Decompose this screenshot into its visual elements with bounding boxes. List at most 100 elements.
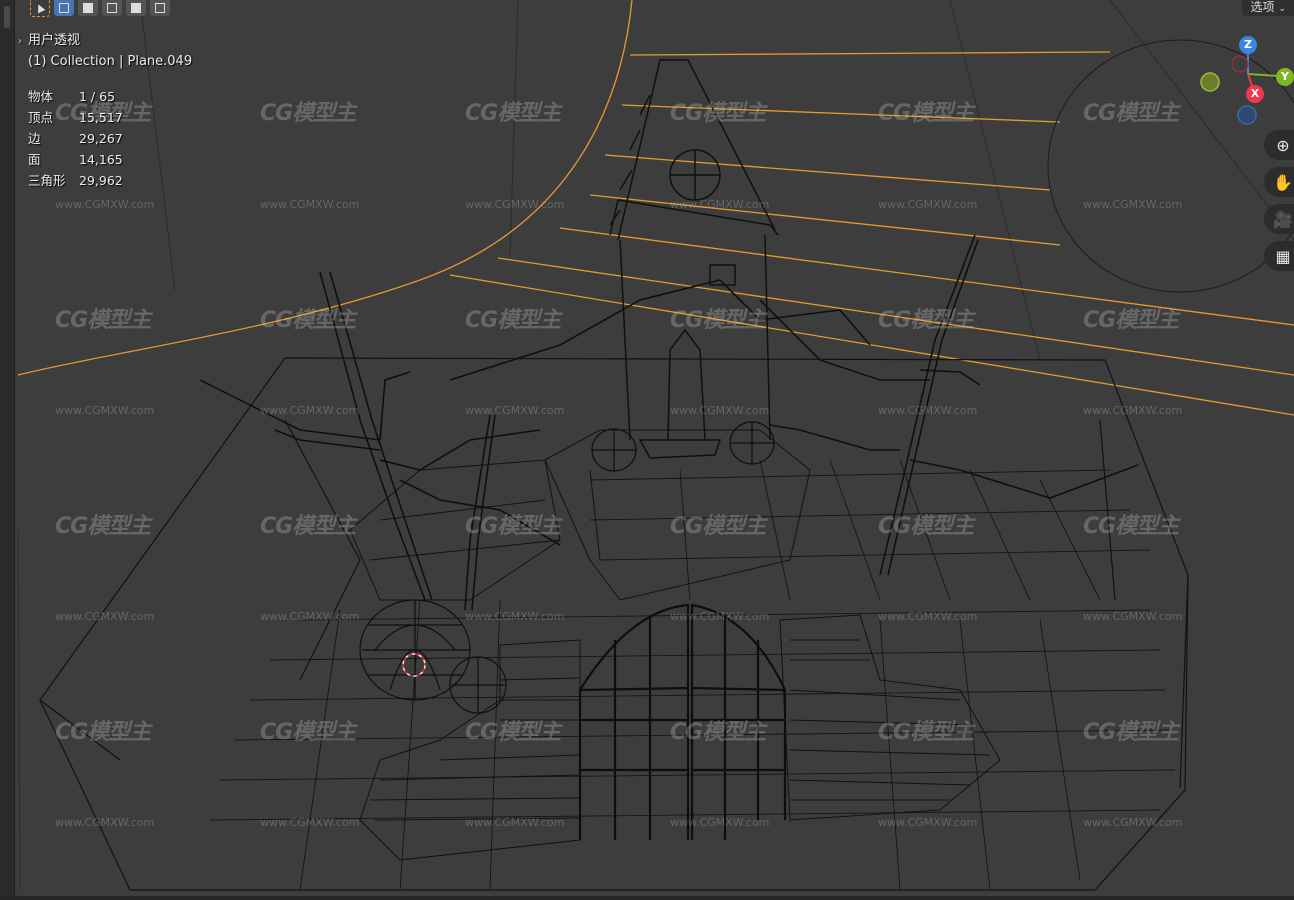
- watermark-url: www.CGMXW.com: [55, 198, 155, 211]
- stat-row-edges: 边 29,267: [28, 128, 123, 149]
- gizmo-y-axis[interactable]: Y: [1276, 68, 1294, 86]
- perspective-toggle-button[interactable]: ▦: [1264, 241, 1294, 271]
- watermark-logo: CG模型主: [260, 514, 356, 539]
- watermark-logo: CG模型主: [260, 720, 356, 745]
- select-invert-button[interactable]: [126, 0, 146, 16]
- stat-value: 15,517: [79, 110, 123, 125]
- gizmo-x-axis[interactable]: X: [1246, 85, 1264, 103]
- stat-row-faces: 面 14,165: [28, 149, 123, 170]
- stat-label: 三角形: [28, 173, 66, 188]
- watermark-logo: CG模型主: [670, 720, 766, 745]
- watermark-logo: CG模型主: [55, 308, 151, 333]
- select-new-icon: [59, 3, 69, 13]
- chevron-right-icon[interactable]: ›: [18, 31, 22, 52]
- watermark-url: www.CGMXW.com: [465, 198, 565, 211]
- watermark-logo: CG模型主: [260, 308, 356, 333]
- watermark-url: www.CGMXW.com: [670, 816, 770, 829]
- select-extend-icon: [83, 3, 93, 13]
- watermark-url: www.CGMXW.com: [878, 198, 978, 211]
- toolbar-strip[interactable]: [0, 0, 15, 900]
- watermark-url: www.CGMXW.com: [465, 610, 565, 623]
- watermark-url: www.CGMXW.com: [260, 198, 360, 211]
- navigation-gizmo[interactable]: Z Y X: [1190, 30, 1294, 130]
- watermark-url: www.CGMXW.com: [670, 404, 770, 417]
- watermark-logo: CG模型主: [55, 720, 151, 745]
- watermark-url: www.CGMXW.com: [55, 816, 155, 829]
- camera-view-button[interactable]: 🎥: [1264, 204, 1294, 234]
- watermark-logo: CG模型主: [878, 101, 974, 126]
- watermark-url: www.CGMXW.com: [260, 816, 360, 829]
- watermark-url: www.CGMXW.com: [465, 816, 565, 829]
- perspective-grid-icon: ▦: [1275, 246, 1291, 266]
- watermark-url: www.CGMXW.com: [878, 610, 978, 623]
- stat-value: 14,165: [79, 152, 123, 167]
- stat-value: 29,962: [79, 173, 123, 188]
- stat-label: 物体: [28, 89, 54, 104]
- select-intersect-button[interactable]: [150, 0, 170, 16]
- cursor-icon: [34, 2, 46, 14]
- perspective-label: 用户透视: [28, 33, 81, 48]
- watermark-logo: CG模型主: [878, 308, 974, 333]
- watermark-logo: CG模型主: [260, 101, 356, 126]
- watermark-url: www.CGMXW.com: [670, 610, 770, 623]
- watermark-logo: CG模型主: [878, 514, 974, 539]
- watermark-logo: CG模型主: [1083, 720, 1179, 745]
- watermark-url: www.CGMXW.com: [1083, 404, 1183, 417]
- watermark-logo: CG模型主: [878, 720, 974, 745]
- viewport-info: › 用户透视 (1) Collection | Plane.049: [18, 30, 192, 72]
- watermark-logo: CG模型主: [55, 514, 151, 539]
- watermark-logo: CG模型主: [1083, 308, 1179, 333]
- stat-value: 29,267: [79, 131, 123, 146]
- select-new-button[interactable]: [54, 0, 74, 16]
- bottom-edge: [0, 896, 1294, 900]
- select-subtract-icon: [107, 3, 117, 13]
- watermark-url: www.CGMXW.com: [55, 404, 155, 417]
- viewport-nav-buttons: ⊕ ✋ 🎥 ▦: [1264, 130, 1294, 271]
- select-extend-button[interactable]: [78, 0, 98, 16]
- 3d-viewport[interactable]: CG模型主 CG模型主 CG模型主 CG模型主 CG模型主 CG模型主 www.…: [0, 0, 1294, 900]
- select-intersect-icon: [155, 3, 165, 13]
- stat-label: 边: [28, 131, 41, 146]
- pan-hand-icon: ✋: [1273, 172, 1293, 192]
- options-dropdown[interactable]: 选项 ⌄: [1242, 0, 1294, 16]
- options-label: 选项: [1250, 0, 1275, 14]
- watermark-url: www.CGMXW.com: [465, 404, 565, 417]
- watermark-logo: CG模型主: [465, 514, 561, 539]
- stat-value: 1 / 65: [79, 89, 116, 104]
- watermark-url: www.CGMXW.com: [1083, 198, 1183, 211]
- watermark-logo: CG模型主: [465, 720, 561, 745]
- watermark-url: www.CGMXW.com: [878, 816, 978, 829]
- toolbar-handle[interactable]: [4, 6, 10, 28]
- zoom-button[interactable]: ⊕: [1264, 130, 1294, 160]
- zoom-icon: ⊕: [1276, 135, 1290, 155]
- pumpkins: [359, 421, 775, 714]
- stat-row-objects: 物体 1 / 65: [28, 86, 123, 107]
- watermark-url: www.CGMXW.com: [260, 610, 360, 623]
- watermark-url: www.CGMXW.com: [260, 404, 360, 417]
- 3d-cursor: [402, 653, 426, 677]
- select-mode-tools: [30, 0, 170, 18]
- watermark-logo: CG模型主: [670, 308, 766, 333]
- collection-label: (1) Collection | Plane.049: [28, 54, 193, 69]
- select-subtract-button[interactable]: [102, 0, 122, 16]
- watermark-url: www.CGMXW.com: [1083, 610, 1183, 623]
- pan-button[interactable]: ✋: [1264, 167, 1294, 197]
- tweak-tool-button[interactable]: [30, 0, 50, 17]
- camera-icon: 🎥: [1273, 209, 1293, 229]
- gizmo-z-axis[interactable]: Z: [1239, 36, 1257, 54]
- watermark-logo: CG模型主: [670, 514, 766, 539]
- watermark-url: www.CGMXW.com: [1083, 816, 1183, 829]
- chevron-down-icon: ⌄: [1278, 4, 1286, 14]
- watermark-url: www.CGMXW.com: [878, 404, 978, 417]
- stat-label: 面: [28, 152, 41, 167]
- wireframe-scene[interactable]: [0, 0, 1294, 900]
- select-invert-icon: [131, 3, 141, 13]
- watermark-logo: CG模型主: [465, 101, 561, 126]
- stat-row-vertices: 顶点 15,517: [28, 107, 123, 128]
- watermark-logo: CG模型主: [1083, 101, 1179, 126]
- watermark-logo: CG模型主: [670, 101, 766, 126]
- watermark-url: www.CGMXW.com: [55, 610, 155, 623]
- stat-row-triangles: 三角形 29,962: [28, 170, 123, 191]
- watermark-url: www.CGMXW.com: [670, 198, 770, 211]
- stat-label: 顶点: [28, 110, 54, 125]
